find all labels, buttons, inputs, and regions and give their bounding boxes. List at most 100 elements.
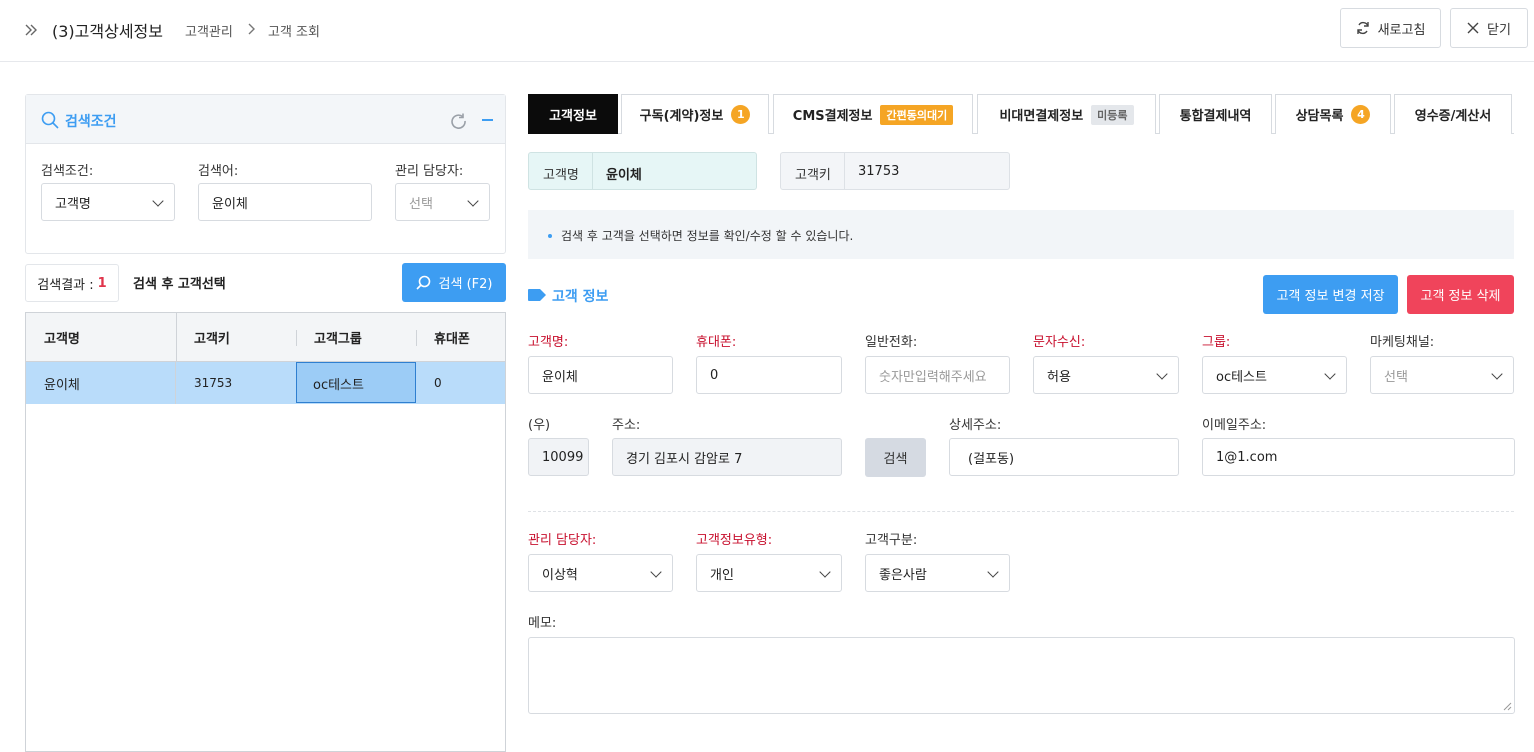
notice-text: 검색 후 고객을 선택하면 정보를 확인/수정 할 수 있습니다. <box>561 229 854 243</box>
reset-icon[interactable] <box>450 113 468 131</box>
breadcrumb-item-customer-search[interactable]: 고객 조회 <box>268 21 320 40</box>
manager-filter-select[interactable]: 선택 <box>395 183 490 221</box>
category-select[interactable]: 좋은사람 <box>865 554 1010 592</box>
address-search-button[interactable]: 검색 <box>865 438 926 477</box>
double-chevron-right-icon[interactable] <box>24 23 38 37</box>
email-input[interactable]: 1@1.com <box>1202 438 1515 476</box>
cell-name: 윤이체 <box>44 377 80 393</box>
count-badge: 1 <box>731 105 751 124</box>
address-input[interactable]: 경기 김포시 감암로 7 <box>612 438 842 476</box>
resize-handle-icon[interactable] <box>1503 702 1512 711</box>
name-input[interactable]: 윤이체 <box>528 356 673 394</box>
column-header-key[interactable]: 고객키 <box>194 312 230 362</box>
refresh-button[interactable]: 새로고침 <box>1340 8 1441 48</box>
tab-label: 영수증/계산서 <box>1414 109 1492 124</box>
info-type-label: 고객정보유형: <box>696 533 773 548</box>
info-type-value: 개인 <box>710 567 734 583</box>
cell-group: oc테스트 <box>313 377 364 393</box>
zip-input[interactable]: 10099 <box>528 438 589 476</box>
column-header-phone[interactable]: 휴대폰 <box>434 312 470 362</box>
tab-label: 비대면결제정보 <box>999 109 1084 124</box>
cell-key: 31753 <box>194 376 233 390</box>
group-select[interactable]: oc테스트 <box>1202 356 1347 394</box>
tab-receipts[interactable]: 영수증/계산서 <box>1394 94 1512 134</box>
search-panel: 검색조건 검색조건: 고객명 검색어: 윤이체 관리 담당자: 선택 <box>25 94 506 254</box>
close-icon <box>1467 22 1479 34</box>
mobile-input[interactable]: 0 <box>696 356 842 394</box>
delete-customer-button[interactable]: 고객 정보 삭제 <box>1407 275 1514 314</box>
mobile-value: 0 <box>710 367 719 383</box>
email-value: 1@1.com <box>1216 449 1278 465</box>
detail-address-input[interactable]: (걸포동) <box>949 438 1179 476</box>
chevron-down-icon <box>152 195 164 207</box>
category-label: 고객구분: <box>865 533 918 548</box>
marketing-label: 마케팅채널: <box>1370 335 1435 350</box>
tab-label: 통합결제내역 <box>1179 109 1252 124</box>
collapse-icon[interactable] <box>482 119 493 121</box>
breadcrumb-item-customer-management[interactable]: 고객관리 <box>185 21 233 40</box>
search-panel-header: 검색조건 <box>26 95 505 144</box>
save-customer-button[interactable]: 고객 정보 변경 저장 <box>1263 275 1398 314</box>
refresh-icon <box>1356 21 1369 35</box>
phone-placeholder: 숫자만입력해주세요 <box>879 369 987 385</box>
tab-payment-history[interactable]: 통합결제내역 <box>1159 94 1272 134</box>
sms-value: 허용 <box>1047 369 1071 385</box>
detail-address-label: 상세주소: <box>949 418 1002 433</box>
chevron-down-icon <box>819 566 831 578</box>
tab-cms-payment[interactable]: CMS결제정보 간편동의대기 <box>773 94 973 134</box>
keyword-value: 윤이체 <box>212 196 248 212</box>
search-button[interactable]: 검색 (F2) <box>402 263 506 302</box>
tab-label: CMS결제정보 <box>792 109 873 124</box>
address-value: 경기 김포시 감암로 7 <box>626 451 743 467</box>
manager-select[interactable]: 이상혁 <box>528 554 673 592</box>
manager-value: 이상혁 <box>542 567 578 583</box>
column-header-group[interactable]: 고객그룹 <box>314 312 362 362</box>
memo-label: 메모: <box>528 616 557 631</box>
email-label: 이메일주소: <box>1202 418 1267 433</box>
chevron-down-icon <box>987 566 999 578</box>
sms-select[interactable]: 허용 <box>1033 356 1179 394</box>
tab-subscription[interactable]: 구독(계약)정보 1 <box>621 94 769 134</box>
tab-label: 고객정보 <box>549 109 597 124</box>
chevron-down-icon <box>1491 368 1503 380</box>
notice-box: 검색 후 고객을 선택하면 정보를 확인/수정 할 수 있습니다. <box>528 210 1514 259</box>
result-count-label: 검색결과 : <box>37 277 94 293</box>
tab-consultations[interactable]: 상담목록 4 <box>1275 94 1391 134</box>
condition-label: 검색조건: <box>41 164 94 179</box>
group-label: 그룹: <box>1202 335 1231 350</box>
chevron-down-icon <box>650 566 662 578</box>
name-label: 고객명: <box>528 335 569 350</box>
column-header-name[interactable]: 고객명 <box>44 312 80 362</box>
tab-label: 구독(계약)정보 <box>639 109 724 124</box>
result-count-box: 검색결과 : 1 <box>25 264 119 302</box>
tab-label: 상담목록 <box>1295 109 1344 124</box>
mobile-label: 휴대폰: <box>696 335 737 350</box>
status-badge: 미등록 <box>1091 104 1134 125</box>
group-value: oc테스트 <box>1216 369 1267 385</box>
tab-customer-info[interactable]: 고객정보 <box>528 94 618 134</box>
memo-textarea[interactable] <box>528 637 1515 714</box>
summary-name-box: 고객명 윤이체 <box>528 152 757 190</box>
bullet-icon <box>548 234 552 238</box>
search-icon <box>41 111 59 129</box>
result-count: 1 <box>97 275 107 291</box>
phone-input[interactable]: 숫자만입력해주세요 <box>865 356 1010 394</box>
tab-contactless-payment[interactable]: 비대면결제정보 미등록 <box>977 94 1156 134</box>
chevron-down-icon <box>467 195 479 207</box>
divider <box>528 511 1514 512</box>
cell-phone: 0 <box>434 376 442 390</box>
keyword-input[interactable]: 윤이체 <box>198 183 372 221</box>
summary-key-value: 31753 <box>858 164 900 179</box>
address-label: 주소: <box>612 418 641 433</box>
marketing-select[interactable]: 선택 <box>1370 356 1514 394</box>
zip-value: 10099 <box>542 449 584 465</box>
count-badge: 4 <box>1351 105 1371 124</box>
zip-label: (우) <box>528 418 551 433</box>
info-type-select[interactable]: 개인 <box>696 554 842 592</box>
condition-value: 고객명 <box>55 196 91 212</box>
close-button[interactable]: 닫기 <box>1450 8 1528 48</box>
condition-select[interactable]: 고객명 <box>41 183 175 221</box>
refresh-label: 새로고침 <box>1377 22 1426 38</box>
chevron-down-icon <box>1324 368 1336 380</box>
page-title: (3)고객상세정보 <box>52 22 163 41</box>
